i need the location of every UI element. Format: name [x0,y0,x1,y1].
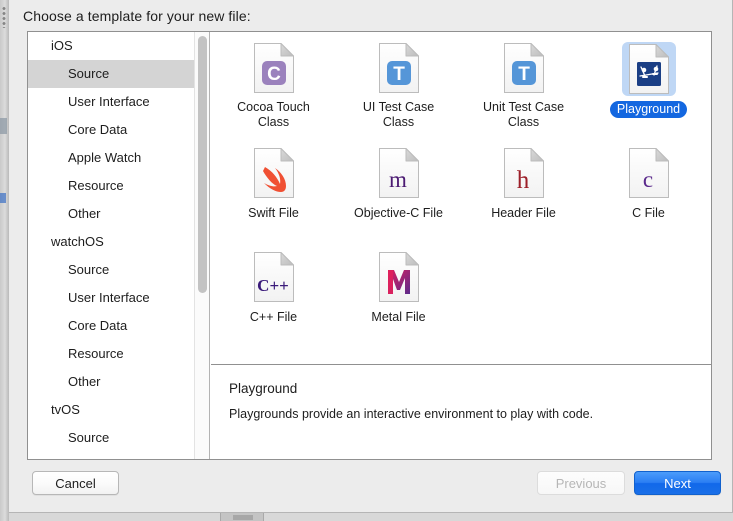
template-item-swift-file[interactable]: Swift File [211,142,336,234]
background-window-artifact [0,193,6,203]
background-window-artifact [0,118,7,134]
sidebar-item-source[interactable]: Source [28,60,209,88]
template-item-label: Metal File [371,310,426,324]
sidebar-item-core-data[interactable]: Core Data [28,116,209,144]
template-item-label: C File [632,206,665,220]
svg-text:C: C [267,64,281,85]
next-button[interactable]: Next [634,471,721,495]
category-list[interactable]: iOS Source User Interface Core Data Apple Wa… [28,32,210,459]
svg-text:m: m [389,167,407,192]
metal-file-icon [372,250,426,304]
header-file-icon: h [497,146,551,200]
sidebar-item-resource[interactable]: Resource [28,172,209,200]
sidebar-item-user-interface[interactable]: User Interface [28,452,209,459]
description-title: Playground [229,381,298,396]
category-group-ios: iOS [51,38,73,53]
sidebar-item-core-data[interactable]: Core Data [28,312,209,340]
c-file-icon: c [622,146,676,200]
sidebar-item-source[interactable]: Source [28,424,209,452]
template-item-c-file[interactable]: c C File [586,142,711,234]
template-item-label: Objective-C File [354,206,443,220]
category-group-tvos: tvOS [51,402,80,417]
previous-button[interactable]: Previous [537,471,625,495]
ui-test-case-class-icon: T [372,42,426,94]
category-scrollbar-thumb[interactable] [198,36,207,293]
template-item-header-file[interactable]: h Header File [461,142,586,234]
template-item-ui-test-case-class[interactable]: T UI Test Case Class [336,38,461,130]
category-scrollbar[interactable] [194,32,209,459]
svg-text:T: T [518,64,530,85]
template-description-pane: Playground Playgrounds provide an intera… [211,364,711,459]
category-group-watchos: watchOS [51,234,104,249]
sidebar-item-other[interactable]: Other [28,368,209,396]
svg-text:C++: C++ [257,276,289,295]
template-item-cocoa-touch-class[interactable]: C Cocoa Touch Class [211,38,336,130]
sidebar-item-user-interface[interactable]: User Interface [28,88,209,116]
swift-file-icon [247,146,301,200]
template-item-label: Playground [609,101,688,118]
template-item-objective-c-file[interactable]: m Objective-C File [336,142,461,234]
template-item-metal-file[interactable]: Metal File [336,246,461,338]
background-window-bottom-control [220,512,264,521]
sidebar-item-source[interactable]: Source [28,256,209,284]
unit-test-case-class-icon: T [497,42,551,94]
template-grid-area: C Cocoa Touch Class T UI Test Case Class T Un… [211,32,711,364]
template-item-label: Cocoa Touch Class [237,100,310,129]
sidebar-item-apple-watch[interactable]: Apple Watch [28,144,209,172]
background-window-dots-icon [2,6,6,28]
cocoa-touch-class-icon: C [247,42,301,94]
svg-text:c: c [642,167,652,192]
sidebar-item-other[interactable]: Other [28,200,209,228]
playground-icon [621,42,676,96]
template-item-label: UI Test Case Class [362,100,435,129]
category-list-content: iOS Source User Interface Core Data Apple Wa… [28,32,209,459]
template-item-c-file[interactable]: C++ C++ File [211,246,336,338]
description-body: Playgrounds provide an interactive envir… [229,407,594,421]
template-item-label: Header File [491,206,556,220]
cancel-button[interactable]: Cancel [32,471,119,495]
page-title: Choose a template for your new file: [23,8,251,24]
svg-text:T: T [393,64,405,85]
background-window-edge [0,0,9,521]
template-item-playground[interactable]: Playground [586,38,711,130]
cpp-file-icon: C++ [247,250,301,304]
template-chooser-panel: iOS Source User Interface Core Data Apple Wa… [27,31,712,460]
template-item-label: Unit Test Case Class [482,100,565,129]
svg-text:h: h [516,167,529,194]
template-grid: C Cocoa Touch Class T UI Test Case Class T Un… [211,38,711,338]
sidebar-item-user-interface[interactable]: User Interface [28,284,209,312]
template-item-label: Swift File [248,206,299,220]
sidebar-item-resource[interactable]: Resource [28,340,209,368]
objective-c-file-icon: m [372,146,426,200]
template-item-unit-test-case-class[interactable]: T Unit Test Case Class [461,38,586,130]
template-item-label: C++ File [249,310,298,324]
new-file-template-sheet: Choose a template for your new file: iOS… [9,0,733,513]
